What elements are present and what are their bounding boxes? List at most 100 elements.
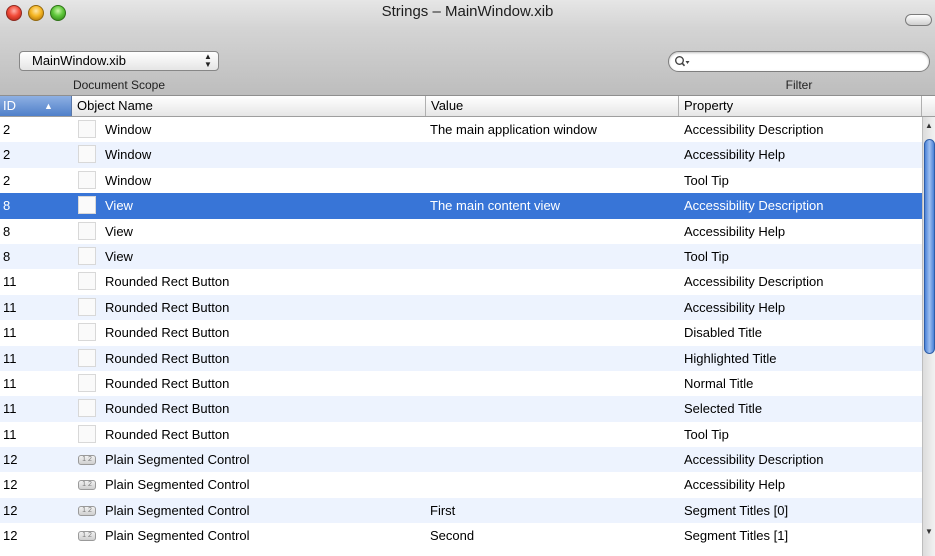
cell-property: Tool Tip: [684, 172, 729, 188]
table-row[interactable]: 2 Window Tool Tip: [0, 168, 922, 193]
cell-object-name: Window: [105, 172, 152, 188]
blank-icon: [78, 145, 96, 164]
cell-id: 12: [3, 452, 18, 468]
cell-object-name: View: [105, 223, 133, 239]
cell-value: [430, 320, 675, 345]
cell-icon: [78, 346, 98, 371]
table-row[interactable]: 11 Rounded Rect Button Highlighted Title: [0, 345, 922, 371]
cell-value: The main content view: [430, 198, 561, 214]
cell-value: [430, 142, 675, 167]
cell-object-name: View: [105, 248, 133, 264]
cell-property: Tool Tip: [684, 426, 729, 442]
scrollbar-thumb[interactable]: [924, 139, 935, 354]
table-row[interactable]: 11 Rounded Rect Button Accessibility Descr…: [0, 269, 922, 294]
blank-icon: [78, 373, 96, 392]
segmented-control-icon: 1 2: [78, 455, 96, 466]
cell-object-name: Window: [105, 147, 152, 163]
segmented-control-icon: 1 2: [78, 505, 96, 516]
cell-icon: [78, 396, 98, 421]
cell-value: [430, 168, 675, 193]
blank-icon: [78, 196, 96, 215]
cell-property: Accessibility Description: [684, 452, 824, 468]
strings-window: Strings – MainWindow.xib MainWindow.xib …: [0, 0, 935, 556]
column-header-value[interactable]: Value: [426, 96, 679, 116]
cell-id: 11: [3, 426, 17, 442]
cell-icon: [78, 168, 98, 193]
document-scope-label: Document Scope: [72, 78, 166, 92]
cell-value: [430, 219, 675, 244]
table-row[interactable]: 8 View Tool Tip: [0, 243, 922, 270]
cell-id: 2: [3, 122, 11, 137]
table-row[interactable]: 11 Rounded Rect Button Selected Title: [0, 396, 922, 422]
cell-property: Normal Title: [684, 375, 754, 391]
cell-id: 11: [3, 401, 17, 417]
table-row[interactable]: 2 Window Accessibility Help: [0, 142, 922, 168]
column-header-object-name[interactable]: Object Name: [72, 96, 426, 116]
cell-value: [430, 422, 675, 447]
table-row[interactable]: 12 1 2 Plain Segmented Control Accessibilit…: [0, 447, 922, 473]
cell-property: Accessibility Help: [684, 223, 786, 239]
cell-value: [430, 371, 675, 396]
cell-object-name: Plain Segmented Control: [105, 452, 250, 468]
cell-value: [430, 346, 675, 371]
cell-id: 11: [3, 375, 17, 391]
cell-value: [430, 269, 675, 294]
cell-property: Accessibility Help: [684, 147, 786, 163]
cell-id: 11: [3, 350, 17, 366]
table-row[interactable]: 11 Rounded Rect Button Tool Tip: [0, 422, 922, 447]
cell-property: Disabled Title: [684, 325, 763, 341]
cell-icon: 1 2: [78, 447, 98, 472]
cell-value: [430, 244, 675, 269]
table-row[interactable]: 12 1 2 Plain Segmented Control First Segment…: [0, 497, 922, 524]
scroll-up-arrow-icon[interactable]: ▲: [923, 121, 935, 133]
cell-object-name: Rounded Rect Button: [105, 426, 230, 442]
document-scope-select[interactable]: MainWindow.xib ▲ ▼: [19, 51, 219, 71]
cell-id: 11: [3, 299, 17, 315]
filter-label: Filter: [785, 78, 813, 92]
blank-icon: [78, 323, 96, 342]
cell-id: 12: [3, 502, 18, 518]
table-row[interactable]: 12 1 2 Plain Segmented Control Accessibilit…: [0, 472, 922, 497]
cell-value: The main application window: [430, 122, 597, 137]
cell-object-name: Rounded Rect Button: [105, 401, 230, 417]
table-row[interactable]: 2 Window The main application window Access…: [0, 117, 922, 142]
segmented-control-icon: 1 2: [78, 531, 96, 542]
blank-icon: [78, 399, 96, 418]
toolbar: Strings – MainWindow.xib MainWindow.xib …: [0, 0, 935, 96]
scroll-down-arrow-icon[interactable]: ▼: [923, 527, 935, 539]
filter-search-field[interactable]: [668, 51, 930, 72]
cell-id: 11: [3, 325, 17, 341]
cell-object-name: Window: [105, 122, 152, 137]
cell-property: Segment Titles [0]: [684, 502, 789, 518]
table-row[interactable]: 8 View The main content view Accessibility …: [0, 193, 922, 219]
cell-id: 2: [3, 147, 11, 163]
toolbar-toggle-button[interactable]: [905, 14, 932, 26]
cell-icon: [78, 244, 98, 269]
cell-property: Tool Tip: [684, 248, 729, 264]
table-row[interactable]: 11 Rounded Rect Button Normal Title: [0, 371, 922, 396]
column-header-id[interactable]: ID ▲: [0, 96, 72, 116]
cell-object-name: Rounded Rect Button: [105, 325, 230, 341]
table-row[interactable]: 11 Rounded Rect Button Disabled Title: [0, 320, 922, 345]
cell-value: Second: [430, 528, 475, 544]
cell-object-name: Rounded Rect Button: [105, 375, 230, 391]
cell-icon: 1 2: [78, 498, 98, 523]
cell-icon: [78, 117, 98, 142]
table-row[interactable]: 12 1 2 Plain Segmented Control Second Segmen…: [0, 523, 922, 548]
cell-property: Accessibility Help: [684, 477, 786, 493]
cell-property: Accessibility Description: [684, 274, 824, 290]
blank-icon: [78, 424, 96, 443]
blank-icon: [78, 272, 96, 291]
document-scope-value: MainWindow.xib: [32, 53, 126, 68]
cell-id: 8: [3, 248, 11, 264]
cell-id: 12: [3, 528, 18, 544]
cell-id: 8: [3, 223, 11, 239]
column-header-property[interactable]: Property: [679, 96, 922, 116]
cell-object-name: Rounded Rect Button: [105, 274, 230, 290]
table-row[interactable]: 8 View Accessibility Help: [0, 219, 922, 244]
search-icon: [675, 56, 690, 67]
table-row[interactable]: 11 Rounded Rect Button Accessibility Help: [0, 294, 922, 321]
filter-input[interactable]: [691, 53, 925, 72]
vertical-scrollbar[interactable]: ▲ ▼: [922, 117, 935, 556]
cell-icon: [78, 193, 98, 218]
